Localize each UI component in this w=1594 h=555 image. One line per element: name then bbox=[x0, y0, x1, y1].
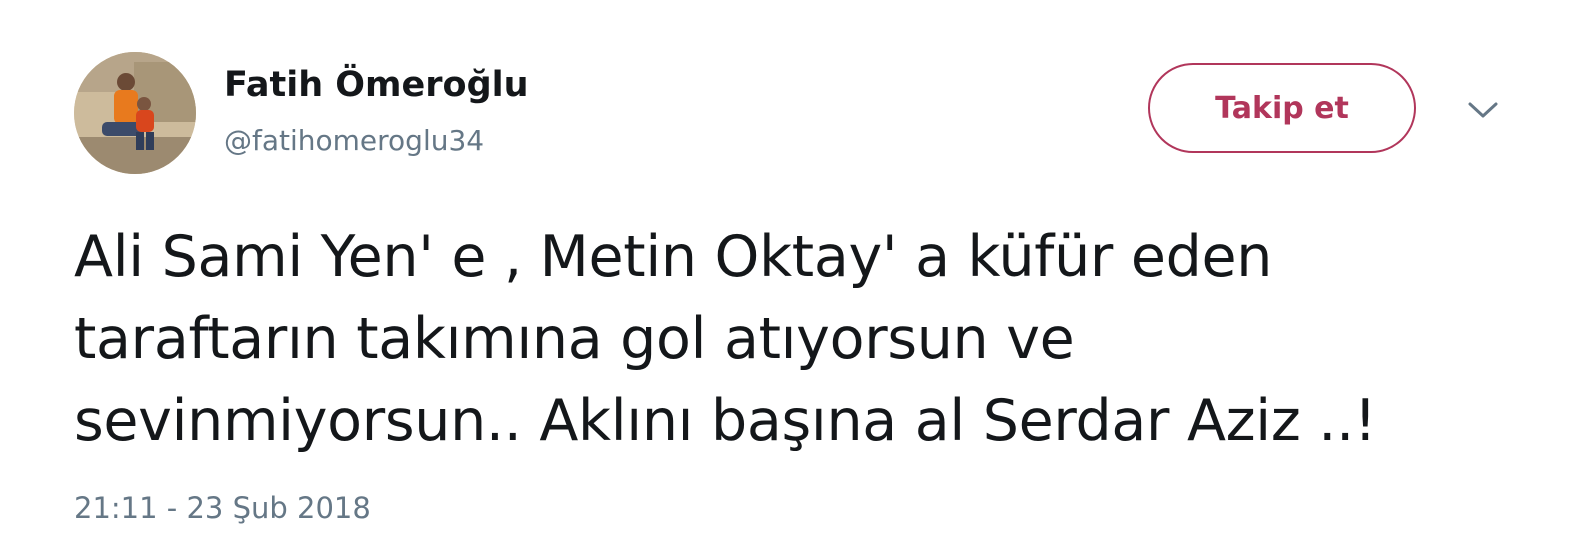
chevron-down-icon bbox=[1468, 102, 1498, 118]
tweet-text-line: taraftarın takımına gol atıyorsun ve bbox=[74, 306, 1075, 372]
tweet-timestamp[interactable]: 21:11 - 23 Şub 2018 bbox=[74, 488, 371, 528]
follow-button[interactable]: Takip et bbox=[1148, 63, 1416, 153]
tweet-text-line: Ali Sami Yen' e , Metin Oktay' a küfür e… bbox=[74, 224, 1273, 290]
tweet-card: Fatih Ömeroğlu @fatihomeroglu34 Takip et… bbox=[0, 0, 1594, 555]
tweet-text-line: sevinmiyorsun.. Aklını başına al Serdar … bbox=[74, 388, 1377, 454]
author-display-name[interactable]: Fatih Ömeroğlu bbox=[224, 62, 529, 108]
follow-button-label: Takip et bbox=[1215, 90, 1349, 126]
tweet-text: Ali Sami Yen' e , Metin Oktay' a küfür e… bbox=[74, 216, 1544, 462]
avatar[interactable] bbox=[74, 52, 196, 174]
avatar-photo bbox=[74, 52, 196, 174]
author-handle[interactable]: @fatihomeroglu34 bbox=[224, 121, 484, 161]
more-options-button[interactable] bbox=[1462, 92, 1504, 128]
